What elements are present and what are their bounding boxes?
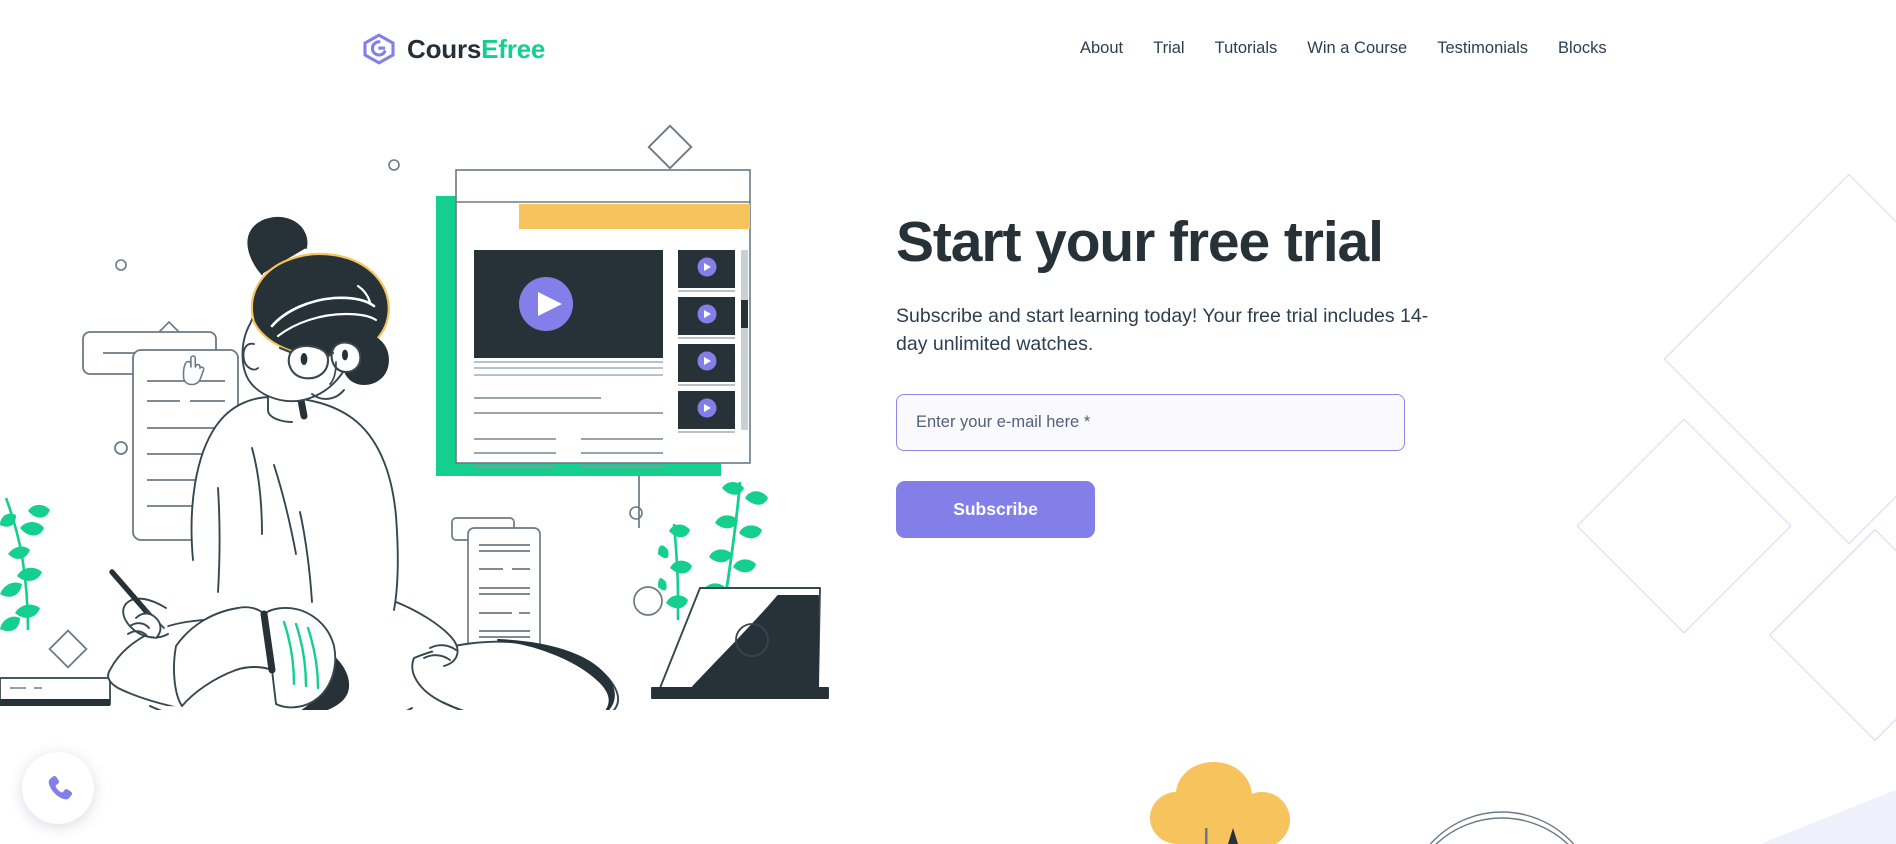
video-thumbnail (678, 391, 735, 433)
brand-logo-link[interactable]: CoursEfree (362, 32, 545, 66)
thin-circle-outline (1429, 811, 1575, 844)
nav-item-tutorials[interactable]: Tutorials (1215, 40, 1278, 57)
stacked-books (0, 677, 111, 706)
yellow-progress-bar (519, 204, 750, 229)
brand-name-part1: Cours (407, 34, 482, 64)
video-thumbnail (678, 250, 735, 292)
call-support-button[interactable] (22, 752, 94, 824)
yellow-cloud-shape (1150, 762, 1290, 844)
woman-studying-with-video-course-illustration (0, 124, 829, 710)
email-input[interactable] (896, 394, 1405, 452)
decorative-diamond-medium (1576, 418, 1792, 634)
hero-subtitle: Subscribe and start learning today! Your… (896, 304, 1429, 355)
decorative-diamond-large (1663, 173, 1896, 545)
nav-item-about[interactable]: About (1080, 40, 1123, 57)
hero-copy: Start your free trial Subscribe and star… (896, 210, 1496, 539)
site-header: CoursEfree About Trial Tutorials Win a C… (0, 0, 1896, 104)
landing-page: CoursEfree About Trial Tutorials Win a C… (0, 0, 1896, 844)
nav-item-blocks[interactable]: Blocks (1558, 40, 1607, 57)
brand-name: CoursEfree (407, 36, 545, 62)
small-document-card (451, 517, 541, 652)
scrollbar (741, 250, 748, 430)
video-thumbnail (678, 297, 735, 339)
brand-name-part2: Efree (481, 34, 546, 64)
graduation-cap-logo-icon (363, 33, 395, 65)
nav-item-win-a-course[interactable]: Win a Course (1307, 40, 1407, 57)
page-title: Start your free trial (896, 210, 1384, 274)
decorative-diamond-small (1768, 528, 1896, 742)
video-thumbnail (678, 344, 735, 386)
subscribe-button[interactable]: Subscribe (896, 481, 1095, 539)
main-navigation: About Trial Tutorials Win a Course Testi… (1080, 40, 1607, 57)
nav-item-trial[interactable]: Trial (1153, 40, 1184, 57)
corner-accent-shape (1760, 790, 1896, 844)
next-section-preview (1150, 762, 1896, 844)
phone-icon (48, 775, 73, 800)
nav-item-testimonials[interactable]: Testimonials (1437, 40, 1528, 57)
